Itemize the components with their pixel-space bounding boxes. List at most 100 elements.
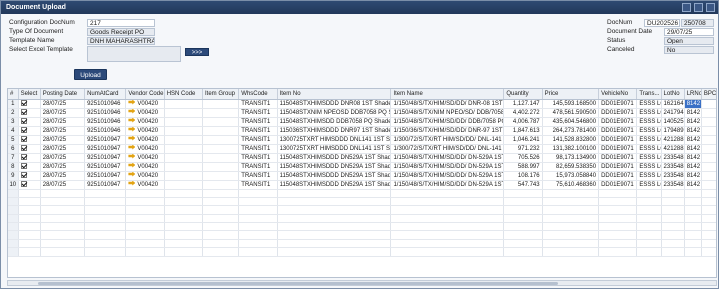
grid-cell[interactable]: 9251010946 — [84, 126, 127, 136]
grid-cell[interactable]: 8142 — [684, 99, 702, 109]
column-header[interactable]: BPC... — [701, 89, 716, 100]
grid-cell[interactable] — [202, 117, 240, 127]
select-checkbox[interactable] — [20, 144, 27, 151]
grid-cell[interactable]: 131,382.100100 — [542, 144, 600, 154]
grid-cell[interactable] — [164, 171, 204, 181]
grid-cell[interactable]: ESSS LOG — [636, 135, 662, 145]
grid-cell[interactable]: V00420 — [125, 153, 165, 163]
column-header[interactable]: Posting Date — [40, 89, 86, 100]
grid-cell[interactable]: TRANSIT1 — [238, 162, 278, 172]
grid-cell[interactable] — [164, 153, 204, 163]
grid-cell[interactable]: V00420 — [125, 144, 165, 154]
grid-cell[interactable]: 1300725TXRT HIMSDDD DNL141 1ST Shade — [277, 144, 392, 154]
upload-button[interactable]: Upload — [74, 69, 107, 80]
grid-cell[interactable]: 1/150/48/S/TX/NIM NPEO/SD/ DDB/7058 PQ S… — [390, 108, 505, 118]
status-field[interactable]: Open — [664, 37, 714, 45]
grid-cell[interactable]: 28/07/25 — [40, 180, 86, 190]
grid-cell[interactable]: 28/07/25 — [40, 153, 86, 163]
table-row[interactable]: 4 28/07/25 9251010946 V00420 TRANSIT1 115036S… — [8, 126, 716, 136]
column-header[interactable]: LotNo — [661, 89, 685, 100]
column-header[interactable]: VehicleNo — [598, 89, 638, 100]
grid-cell[interactable]: 115048STXHIMSDD DDB7058 PQ Shade BLA — [277, 117, 392, 127]
grid-cell[interactable]: ESSS LOG — [636, 162, 662, 172]
grid-cell[interactable]: 8142 — [684, 135, 702, 145]
close-button[interactable] — [706, 3, 715, 12]
column-header[interactable]: LRNo — [684, 89, 702, 100]
grid-cell[interactable]: 28/07/25 — [40, 144, 86, 154]
grid-cell[interactable]: 8142 — [684, 171, 702, 181]
grid-cell[interactable] — [701, 144, 716, 154]
grid-cell[interactable]: 1,847.613 — [503, 126, 543, 136]
grid-cell[interactable] — [164, 99, 204, 109]
table-row[interactable]: 3 28/07/25 9251010946 V00420 TRANSIT1 115048S… — [8, 117, 716, 127]
grid-cell[interactable]: 233548 — [661, 153, 685, 163]
grid-cell[interactable]: 4,006.787 — [503, 117, 543, 127]
grid-cell[interactable]: 971.232 — [503, 144, 543, 154]
grid-cell[interactable]: V00420 — [125, 117, 165, 127]
grid-cell[interactable]: DD01E9071 — [598, 108, 638, 118]
grid-cell[interactable]: 8142 — [684, 117, 702, 127]
grid-cell[interactable] — [18, 144, 41, 154]
grid-cell[interactable]: 1,046.241 — [503, 135, 543, 145]
grid-cell[interactable]: ESSS LOG — [636, 171, 662, 181]
grid-cell[interactable]: 547.743 — [503, 180, 543, 190]
column-header[interactable]: Item Group — [202, 89, 240, 100]
table-row[interactable]: 2 28/07/25 9251010946 V00420 TRANSIT1 115048S… — [8, 108, 716, 118]
grid-cell[interactable] — [701, 162, 716, 172]
select-checkbox[interactable] — [20, 108, 27, 115]
grid-cell[interactable]: 435,604.546800 — [542, 117, 600, 127]
grid-cell[interactable]: 28/07/25 — [40, 162, 86, 172]
document-date-field[interactable]: 29/07/25 — [664, 28, 714, 36]
grid-cell[interactable]: ESSS LOG — [636, 117, 662, 127]
grid-cell[interactable]: 421288 — [661, 135, 685, 145]
doc-type-field[interactable]: Goods Receipt PO — [87, 28, 155, 36]
grid-cell[interactable]: 145,593.168500 — [542, 99, 600, 109]
grid-cell[interactable]: DD01E9071 — [598, 153, 638, 163]
grid-cell[interactable] — [18, 108, 41, 118]
grid-cell[interactable]: TRANSIT1 — [238, 135, 278, 145]
column-header[interactable]: HSN Code — [164, 89, 204, 100]
grid-cell[interactable]: ESSS LOG — [636, 99, 662, 109]
grid-cell[interactable]: DD01E9071 — [598, 126, 638, 136]
grid-cell[interactable] — [701, 171, 716, 181]
grid-cell[interactable] — [164, 162, 204, 172]
grid-cell[interactable] — [202, 126, 240, 136]
grid-cell[interactable]: DD01E9071 — [598, 144, 638, 154]
grid-cell[interactable]: ESSS LOG — [636, 126, 662, 136]
grid-cell[interactable]: V00420 — [125, 108, 165, 118]
grid-cell[interactable] — [701, 117, 716, 127]
grid-cell[interactable]: V00420 — [125, 180, 165, 190]
grid-cell[interactable]: 1/150/48/S/TX/HIM/SD/DD/ DN-529A 1ST S — [390, 162, 505, 172]
grid-cell[interactable]: DD01E9071 — [598, 135, 638, 145]
grid-cell[interactable] — [202, 135, 240, 145]
grid-cell[interactable]: 8142 — [684, 162, 702, 172]
grid-cell[interactable] — [701, 153, 716, 163]
grid-cell[interactable]: 8142 — [684, 126, 702, 136]
link-arrow-icon[interactable] — [128, 108, 136, 114]
table-row[interactable]: 6 28/07/25 9251010947 V00420 TRANSIT1 1300725… — [8, 144, 716, 154]
grid-cell[interactable]: ESSS LOG — [636, 153, 662, 163]
grid-cell[interactable]: TRANSIT1 — [238, 126, 278, 136]
grid-cell[interactable]: 115048STXHIMSDDD DNR08 1ST Shade ML — [277, 99, 392, 109]
grid-cell[interactable] — [164, 126, 204, 136]
browse-button[interactable]: >>> — [185, 48, 209, 56]
grid-cell[interactable]: 8142 — [684, 153, 702, 163]
grid-cell[interactable]: 1/300/72/S/TX/RT HIM/SD/DD/ DNL-141 1S — [390, 135, 505, 145]
grid-cell[interactable]: 9251010947 — [84, 171, 127, 181]
grid-cell[interactable]: 15,973.058840 — [542, 171, 600, 181]
select-checkbox[interactable] — [20, 153, 27, 160]
grid-cell[interactable]: V00420 — [125, 171, 165, 181]
canceled-field[interactable]: No — [664, 46, 714, 54]
column-header[interactable]: Trans... — [636, 89, 662, 100]
grid-cell[interactable]: 233548 — [661, 162, 685, 172]
grid-cell[interactable]: 9251010947 — [84, 180, 127, 190]
column-header[interactable]: Item No — [277, 89, 392, 100]
grid-cell[interactable]: V00420 — [125, 162, 165, 172]
grid-cell[interactable]: 108.176 — [503, 171, 543, 181]
grid-cell[interactable] — [18, 126, 41, 136]
grid-cell[interactable]: 9251010946 — [84, 117, 127, 127]
grid-cell[interactable] — [18, 99, 41, 109]
grid-cell[interactable]: 115048STXHIMSDDD DN529A 1ST Shade M — [277, 153, 392, 163]
grid-cell[interactable] — [18, 180, 41, 190]
grid-cell[interactable] — [202, 171, 240, 181]
